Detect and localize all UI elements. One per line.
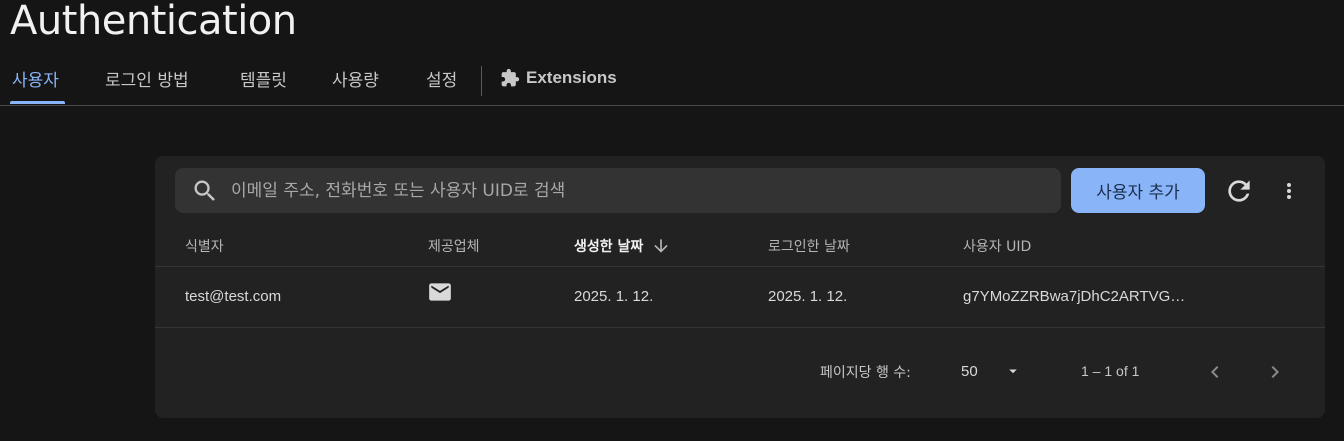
mail-icon bbox=[429, 283, 451, 301]
tab-templates[interactable]: 템플릿 bbox=[240, 66, 287, 91]
cell-signed-in: 2025. 1. 12. bbox=[768, 288, 848, 305]
tab-usage[interactable]: 사용량 bbox=[332, 66, 379, 91]
add-user-button[interactable]: 사용자 추가 bbox=[1071, 168, 1205, 213]
tab-bar: 사용자 로그인 방법 템플릿 사용량 설정 Extensions bbox=[0, 58, 1344, 106]
rows-per-page-label: 페이지당 행 수: bbox=[820, 365, 911, 381]
puzzle-icon bbox=[501, 68, 520, 87]
tab-extensions[interactable]: Extensions bbox=[500, 68, 617, 88]
rows-per-page-select[interactable]: 50 bbox=[961, 356, 1031, 386]
cell-identifier: test@test.com bbox=[185, 288, 282, 305]
column-header-created[interactable]: 생성한 날짜 bbox=[574, 236, 671, 256]
pagination-range: 1 – 1 of 1 bbox=[1081, 363, 1140, 379]
column-header-uid[interactable]: 사용자 UID bbox=[963, 236, 1031, 256]
tab-sign-in-method[interactable]: 로그인 방법 bbox=[105, 66, 189, 91]
rows-per-page-value: 50 bbox=[961, 362, 978, 380]
table-header: 식별자 제공업체 생성한 날짜 로그인한 날짜 사용자 UID bbox=[155, 222, 1325, 267]
table-row[interactable]: test@test.com 2025. 1. 12. 2025. 1. 12. … bbox=[155, 267, 1325, 328]
tab-settings[interactable]: 설정 bbox=[426, 66, 457, 91]
tab-users[interactable]: 사용자 bbox=[12, 66, 59, 91]
chevron-left-icon[interactable] bbox=[1203, 359, 1227, 385]
search-icon bbox=[194, 180, 215, 201]
users-card: 사용자 추가 식별자 제공업체 생성한 날짜 로그인한 날짜 사용자 UID t… bbox=[155, 156, 1325, 418]
dropdown-arrow-icon bbox=[1008, 369, 1017, 374]
column-header-created-label: 생성한 날짜 bbox=[574, 239, 644, 255]
page-title: Authentication bbox=[10, 0, 297, 44]
column-header-identifier[interactable]: 식별자 bbox=[185, 236, 224, 256]
search-box bbox=[175, 168, 1061, 213]
more-vert-icon[interactable] bbox=[1277, 175, 1301, 207]
tab-extensions-label: Extensions bbox=[526, 68, 617, 87]
cell-uid: g7YMoZZRBwa7jDhC2ARTVG… bbox=[963, 288, 1186, 305]
arrow-down-icon bbox=[654, 239, 668, 253]
search-input[interactable] bbox=[229, 179, 1061, 202]
tab-divider bbox=[481, 66, 482, 96]
active-tab-indicator bbox=[10, 101, 65, 104]
column-header-signed-in[interactable]: 로그인한 날짜 bbox=[768, 236, 850, 256]
cell-created: 2025. 1. 12. bbox=[574, 288, 654, 305]
refresh-icon[interactable] bbox=[1223, 175, 1255, 207]
chevron-right-icon[interactable] bbox=[1263, 359, 1287, 385]
column-header-provider[interactable]: 제공업체 bbox=[428, 236, 480, 256]
